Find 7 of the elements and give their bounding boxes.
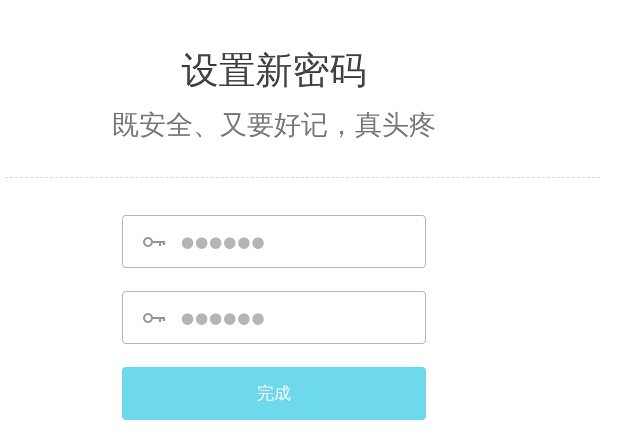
password-field[interactable]: ●●●●●● xyxy=(122,291,426,344)
done-button[interactable]: 完成 xyxy=(122,367,426,420)
key-icon xyxy=(143,312,167,324)
page-title: 设置新密码 xyxy=(182,48,366,94)
page-subtitle: 既安全、又要好记，真头疼 xyxy=(112,109,436,143)
password-field[interactable]: ●●●●●● xyxy=(122,215,426,268)
key-icon xyxy=(143,236,167,248)
